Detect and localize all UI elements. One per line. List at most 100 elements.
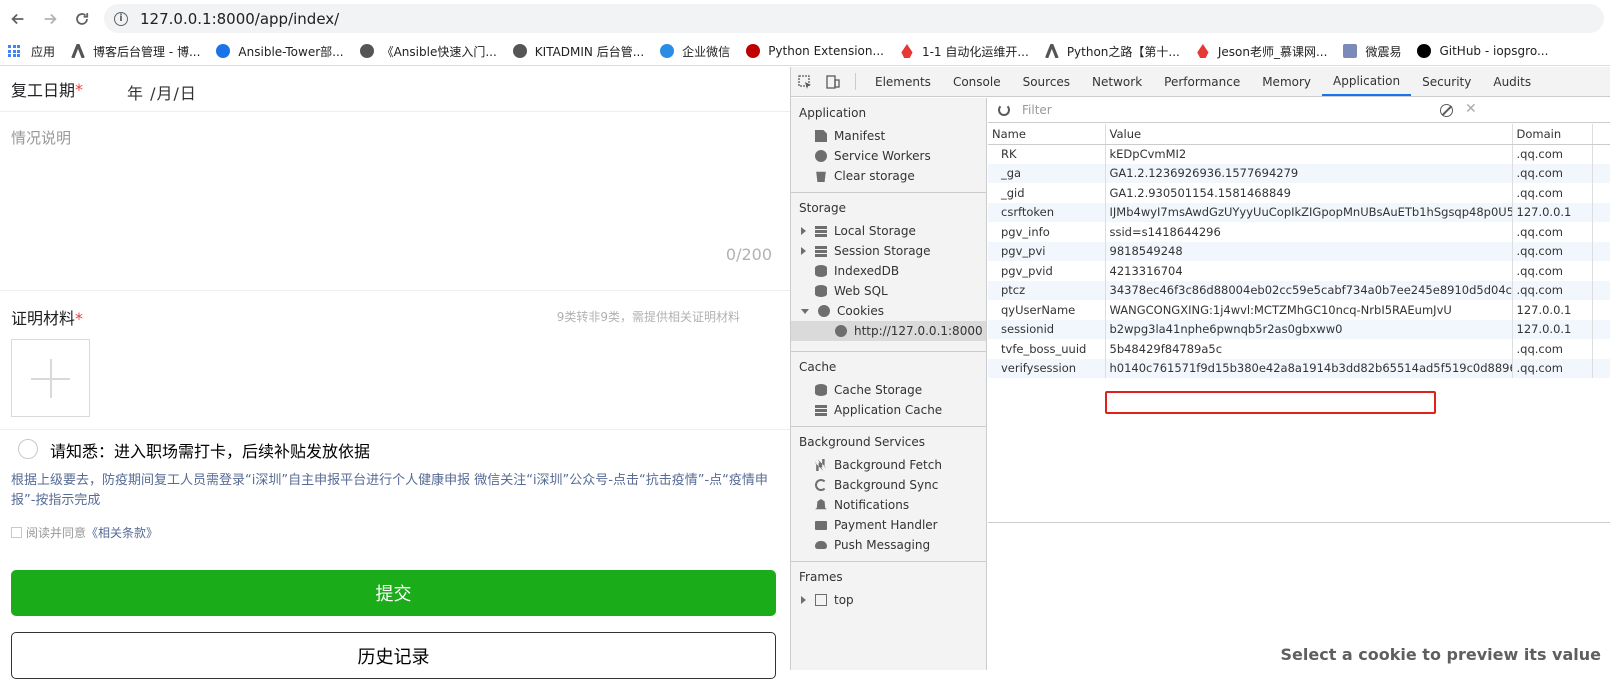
history-button[interactable]: 历史记录 — [11, 632, 776, 679]
bookmark-label: 1-1 自动化运维开... — [921, 44, 1029, 59]
tab-security[interactable]: Security — [1411, 67, 1482, 96]
sidebar-item-clear-storage[interactable]: Clear storage — [791, 166, 986, 186]
agree-checkbox[interactable] — [11, 527, 22, 538]
cell-domain: .qq.com — [1512, 241, 1593, 261]
column-header-name[interactable]: Name — [988, 124, 1106, 145]
column-header-domain[interactable]: Domain — [1512, 124, 1593, 145]
bookmark-item[interactable]: 《Ansible快速入门... — [359, 43, 497, 60]
tab-sources[interactable]: Sources — [1012, 67, 1081, 96]
table-row[interactable]: _ga GA1.2.1236926936.1577694279 .qq.com — [988, 163, 1610, 183]
cookie-view: Filter ✕ Name Value Domain RK kEDpCvmMI2.… — [988, 98, 1610, 670]
date-row[interactable]: 复工日期 * 年 /月/日 — [0, 67, 790, 112]
table-row[interactable]: csrftoken IJMb4wyI7msAwdGzUYyyUuCopIkZIGp… — [988, 202, 1610, 222]
table-row[interactable]: pgv_info ssid=s1418644296 .qq.com — [988, 222, 1610, 242]
cell-value: h0140c761571f9d15b380e42a8a1914b3dd82b65… — [1105, 358, 1513, 378]
doc-icon — [1343, 44, 1358, 58]
sidebar-item-cookie-origin[interactable]: http://127.0.0.1:8000 — [791, 321, 986, 341]
bookmark-item[interactable]: 应用 — [8, 43, 55, 60]
notice-title: 请知悉：进入职场需打卡，后续补贴发放依据 — [50, 442, 371, 461]
bookmark-item[interactable]: 博客后台管理 - 博... — [71, 43, 200, 60]
tab-audits[interactable]: Audits — [1482, 67, 1542, 96]
bookmark-item[interactable]: KITADMIN 后台管... — [512, 43, 644, 60]
sidebar-item-frame-top[interactable]: top — [791, 590, 986, 610]
sidebar-item-session-storage[interactable]: Session Storage — [791, 241, 986, 261]
table-row[interactable]: tvfe_boss_uuid 5b48429f84789a5c .qq.com — [988, 339, 1610, 359]
filter-input[interactable]: Filter — [1022, 101, 1442, 119]
sidebar-item-manifest[interactable]: Manifest — [791, 126, 986, 146]
upload-button[interactable] — [11, 339, 90, 417]
table-row[interactable]: RK kEDpCvmMI2 .qq.com — [988, 144, 1610, 164]
frame-icon — [815, 594, 827, 606]
tab-console[interactable]: Console — [942, 67, 1012, 96]
tab-performance[interactable]: Performance — [1153, 67, 1251, 96]
sidebar-item-cookies[interactable]: Cookies — [791, 301, 986, 321]
bookmark-label: Python之路【第十... — [1066, 44, 1180, 59]
expand-triangle-icon[interactable] — [801, 596, 806, 604]
table-row[interactable]: pgv_pvi 9818549248 .qq.com — [988, 241, 1610, 261]
sidebar-item-background-fetch[interactable]: Background Fetch — [791, 455, 986, 475]
cell-more — [1592, 319, 1610, 339]
sidebar-item-payment-handler[interactable]: Payment Handler — [791, 515, 986, 535]
table-row[interactable]: qyUserName WANGCONGXING:1j4wvl:MCTZMhGC10… — [988, 300, 1610, 320]
date-input[interactable]: 年 /月/日 — [127, 80, 197, 104]
bookmark-item[interactable]: 1-1 自动化运维开... — [900, 43, 1029, 60]
table-row[interactable]: _gid GA1.2.930501154.1581468849 .qq.com — [988, 183, 1610, 203]
table-row[interactable]: ptcz 34378ec46f3c86d88004eb02cc59e5cabf73… — [988, 280, 1610, 300]
notice-radio[interactable] — [18, 439, 38, 459]
expand-triangle-icon[interactable] — [801, 308, 809, 314]
bookmark-item[interactable]: Jeson老师_慕课网... — [1196, 43, 1327, 60]
fetch-arrows-icon — [815, 459, 826, 471]
sidebar-item-indexeddb[interactable]: IndexedDB — [791, 261, 986, 281]
bookmark-label: 博客后台管理 - 博... — [93, 44, 201, 59]
submit-button[interactable]: 提交 — [11, 570, 776, 616]
cell-domain: .qq.com — [1512, 163, 1593, 183]
refresh-icon[interactable] — [998, 104, 1010, 116]
description-textarea[interactable]: 情况说明 0/200 — [0, 113, 790, 291]
sidebar-item-web-sql[interactable]: Web SQL — [791, 281, 986, 301]
cell-more — [1592, 339, 1610, 359]
bookmark-item[interactable]: 微震易 — [1343, 43, 1401, 60]
delete-selected-icon[interactable]: ✕ — [1465, 101, 1477, 117]
reload-button[interactable] — [66, 3, 98, 35]
forward-button[interactable] — [34, 3, 66, 35]
address-bar[interactable]: i 127.0.0.1:8000/app/index/ — [104, 4, 1604, 33]
tab-memory[interactable]: Memory — [1251, 67, 1322, 96]
tab-application[interactable]: Application — [1322, 67, 1412, 96]
bookmark-item[interactable]: Ansible-Tower部... — [216, 43, 344, 60]
proof-hint: 9类转非9类，需提供相关证明材料 — [556, 310, 740, 324]
table-row[interactable]: pgv_pvid 4213316704 .qq.com — [988, 261, 1610, 281]
sidebar-item-push-messaging[interactable]: Push Messaging — [791, 535, 986, 555]
clear-all-icon[interactable] — [1440, 104, 1453, 117]
device-toolbar-icon[interactable] — [819, 67, 847, 96]
expand-triangle-icon[interactable] — [801, 227, 806, 235]
cloud-icon — [815, 541, 827, 549]
terms-link[interactable]: 《相关条款》 — [86, 524, 158, 541]
cell-value: b2wpg3la41nphe6pwnqb5r2as0gbxww0 — [1105, 319, 1513, 339]
cookie-preview-message: Select a cookie to preview its value — [1280, 645, 1602, 664]
cell-name: ptcz — [988, 280, 1106, 300]
bookmark-item[interactable]: GitHub - iopsgro... — [1417, 44, 1548, 58]
sidebar-item-notifications[interactable]: Notifications — [791, 495, 986, 515]
sidebar-item-cache-storage[interactable]: Cache Storage — [791, 380, 986, 400]
sidebar-item-application-cache[interactable]: Application Cache — [791, 400, 986, 420]
info-icon[interactable]: i — [114, 11, 128, 26]
bookmark-item[interactable]: Python之路【第十... — [1044, 43, 1180, 60]
column-header-value[interactable]: Value — [1105, 124, 1513, 145]
preview-divider — [988, 522, 1610, 523]
back-button[interactable] — [2, 3, 34, 35]
table-icon — [815, 245, 827, 257]
table-row[interactable]: sessionid b2wpg3la41nphe6pwnqb5r2as0gbxww… — [988, 319, 1610, 339]
inspect-element-icon[interactable] — [791, 67, 819, 96]
description-placeholder: 情况说明 — [11, 129, 72, 147]
table-row[interactable]: verifysession h0140c761571f9d15b380e42a8a… — [988, 358, 1610, 378]
sidebar-item-background-sync[interactable]: Background Sync — [791, 475, 986, 495]
expand-triangle-icon[interactable] — [801, 247, 806, 255]
bookmark-item[interactable]: 企业微信 — [660, 43, 730, 60]
column-header-more[interactable] — [1592, 124, 1610, 145]
filter-bar: Filter ✕ — [988, 98, 1610, 123]
sidebar-item-service-workers[interactable]: Service Workers — [791, 146, 986, 166]
bookmark-item[interactable]: Python Extension... — [746, 44, 884, 58]
sidebar-item-local-storage[interactable]: Local Storage — [791, 221, 986, 241]
tab-elements[interactable]: Elements — [864, 67, 942, 96]
tab-network[interactable]: Network — [1081, 67, 1153, 96]
